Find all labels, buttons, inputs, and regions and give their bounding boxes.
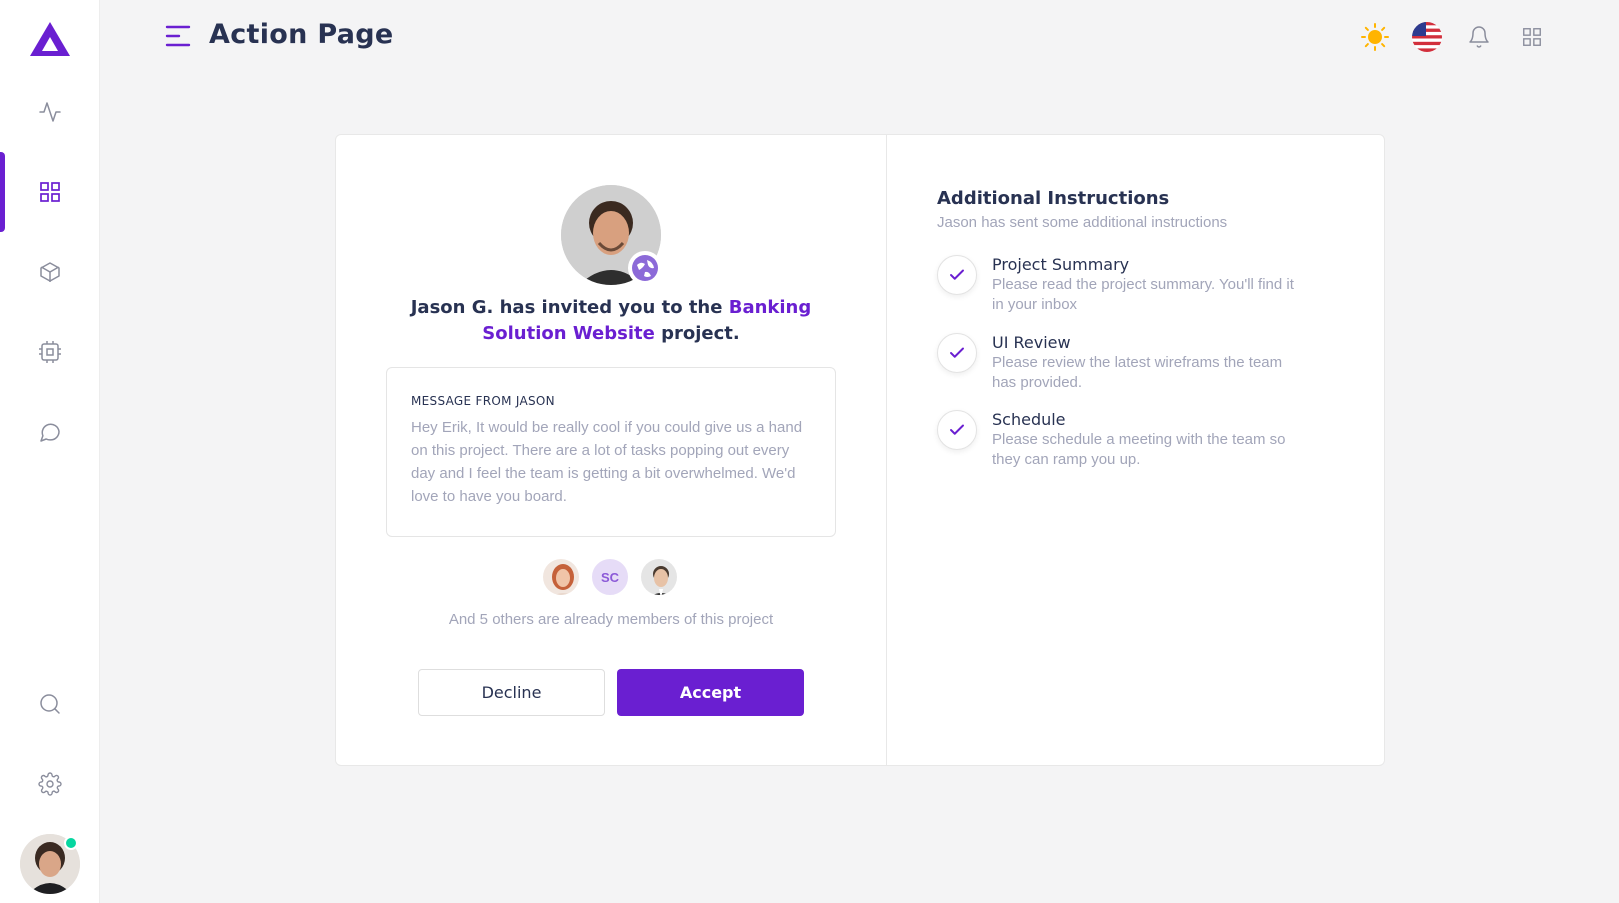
instruction-desc: Please read the project summary. You'll … bbox=[992, 276, 1294, 313]
search-icon bbox=[40, 694, 60, 714]
instruction-name: Project Summary bbox=[992, 255, 1130, 274]
action-card: Jason G. has invited you to the Banking … bbox=[335, 134, 1385, 766]
notifications-bell-icon[interactable] bbox=[1464, 22, 1494, 52]
sidebar-item-dashboard[interactable] bbox=[0, 152, 100, 232]
accept-button[interactable]: Accept bbox=[617, 669, 804, 716]
invite-text-after: project. bbox=[654, 323, 740, 344]
member-avatar[interactable] bbox=[541, 557, 581, 597]
sidebar-item-box[interactable] bbox=[0, 232, 100, 312]
world-badge-icon bbox=[628, 251, 662, 285]
instructions-subtitle: Jason has sent some additional instructi… bbox=[937, 214, 1228, 231]
language-flag-us-icon[interactable] bbox=[1412, 22, 1442, 52]
sidebar-item-messages[interactable] bbox=[0, 392, 100, 472]
invite-text-before: Jason G. has invited you to the bbox=[410, 297, 729, 318]
message-body: Hey Erik, It would be really cool if you… bbox=[411, 419, 803, 505]
message-box: MESSAGE FROM JASON Hey Erik, It would be… bbox=[386, 367, 836, 537]
sidebar-item-settings[interactable] bbox=[0, 744, 100, 824]
message-circle-icon bbox=[40, 423, 60, 442]
activity-icon bbox=[39, 102, 61, 122]
sidebar bbox=[0, 0, 100, 903]
box-icon bbox=[40, 262, 60, 282]
member-avatar[interactable] bbox=[639, 557, 679, 597]
app-logo[interactable] bbox=[28, 20, 72, 58]
grid-icon bbox=[40, 182, 60, 202]
sidebar-item-cpu[interactable] bbox=[0, 312, 100, 392]
invite-message: Jason G. has invited you to the Banking … bbox=[396, 295, 826, 347]
instructions-title: Additional Instructions bbox=[937, 188, 1170, 209]
sidebar-item-activity[interactable] bbox=[0, 72, 100, 152]
instruction-desc: Please schedule a meeting with the team … bbox=[992, 431, 1286, 468]
instruction-name: UI Review bbox=[992, 333, 1071, 352]
menu-toggle-icon[interactable] bbox=[165, 24, 191, 48]
member-avatars: SC bbox=[541, 557, 691, 597]
check-icon bbox=[937, 333, 977, 373]
sidebar-item-search[interactable] bbox=[0, 664, 100, 744]
apps-grid-icon[interactable] bbox=[1517, 22, 1547, 52]
instruction-name: Schedule bbox=[992, 410, 1066, 429]
instruction-desc: Please review the latest wireframs the t… bbox=[992, 354, 1283, 391]
members-summary: And 5 others are already members of this… bbox=[448, 611, 774, 628]
online-status-dot bbox=[64, 836, 78, 850]
check-icon bbox=[937, 255, 977, 295]
theme-toggle-sun-icon[interactable] bbox=[1360, 22, 1390, 52]
member-avatar-initials[interactable]: SC bbox=[590, 557, 630, 597]
card-divider bbox=[886, 135, 887, 765]
settings-icon bbox=[38, 772, 62, 796]
decline-button[interactable]: Decline bbox=[418, 669, 605, 716]
message-label: MESSAGE FROM JASON bbox=[411, 394, 555, 408]
cpu-icon bbox=[39, 341, 61, 363]
check-icon bbox=[937, 410, 977, 450]
page-title: Action Page bbox=[209, 19, 394, 50]
